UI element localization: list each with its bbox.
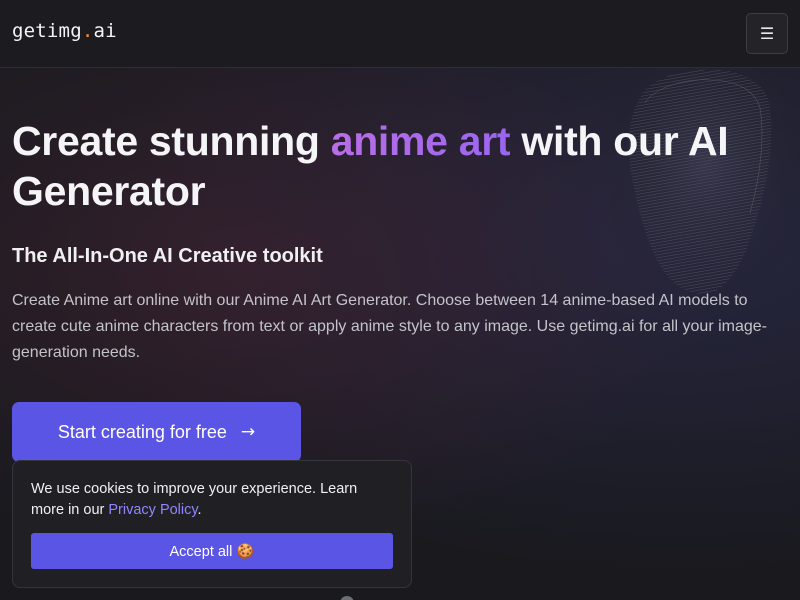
hero-title-part1: Create stunning [12,118,331,164]
logo-prefix: getimg [12,20,82,42]
hero-subtitle: The All-In-One AI Creative toolkit [12,245,323,267]
logo-suffix: ai [93,20,117,42]
cookie-banner: We use cookies to improve your experienc… [12,460,412,588]
arrow-right-icon: → [240,422,256,442]
privacy-policy-link[interactable]: Privacy Policy [108,502,197,518]
cookie-text-end: . [197,502,202,518]
site-header: getimg.ai ☰ [0,0,800,68]
logo-dot: . [81,20,94,42]
hero-description: Create Anime art online with our Anime A… [12,292,767,361]
logo[interactable]: getimg.ai [12,20,117,42]
start-creating-button[interactable]: Start creating for free → [12,402,301,462]
hero-title: Create stunning anime art with our AI Ge… [12,116,782,216]
cta-label: Start creating for free [57,421,227,442]
menu-button[interactable]: ☰ [746,13,788,54]
accept-all-button[interactable]: Accept all 🍪 [31,533,393,569]
page: getimg.ai ☰ Create stunning anime art wi… [0,0,800,600]
cookie-message: We use cookies to improve your experienc… [31,479,381,521]
partial-avatar [340,596,354,600]
hero-title-accent: anime art [330,118,511,164]
hamburger-menu-icon: ☰ [759,24,775,43]
